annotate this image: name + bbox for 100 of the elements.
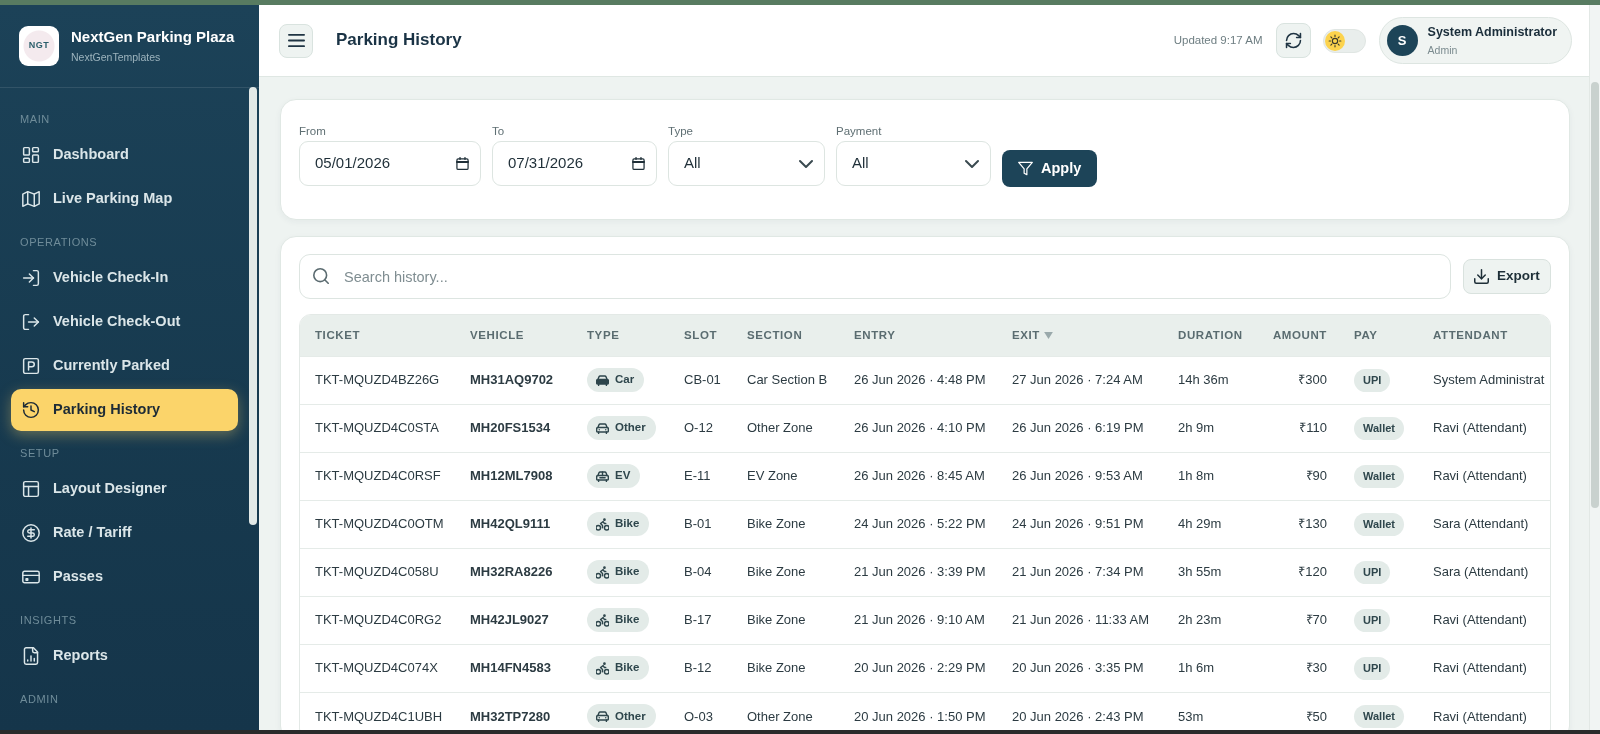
payment-method-badge: Wallet: [1354, 464, 1404, 488]
section-label: INSIGHTS: [19, 613, 78, 628]
column-header[interactable]: PAY: [1342, 315, 1418, 356]
slot-code: CB-01: [669, 356, 732, 404]
vehicle-plate: MH20FS1534: [455, 404, 572, 452]
payment-method-badge: Wallet: [1354, 416, 1404, 440]
column-header[interactable]: SLOT: [669, 315, 732, 356]
sidebar-item[interactable]: Live Parking Map: [11, 178, 238, 220]
menu-button[interactable]: [279, 23, 313, 58]
column-header[interactable]: VEHICLE: [455, 315, 572, 356]
parking-sign-icon: [22, 357, 40, 375]
calendar-icon: [456, 157, 469, 170]
sidebar-item[interactable]: Vehicle Check-In: [11, 257, 238, 299]
sidebar-item[interactable]: Currently Parked: [11, 345, 238, 387]
entry-time: 26 Jun 2026 · 4:48 PM: [839, 356, 997, 404]
download-icon: [1474, 269, 1490, 284]
column-header[interactable]: DURATION: [1163, 315, 1251, 356]
vehicle-type-label: Other: [615, 708, 646, 724]
column-header[interactable]: SECTION: [732, 315, 839, 356]
search-icon: [313, 268, 329, 284]
section-name: Bike Zone: [732, 548, 839, 596]
entry-time: 21 Jun 2026 · 3:39 PM: [839, 548, 997, 596]
date-field[interactable]: 07/31/2026: [492, 141, 657, 186]
car-icon: [596, 373, 609, 387]
section-label: MAIN: [19, 112, 51, 127]
amount: ₹130: [1251, 500, 1342, 548]
field-label: From: [299, 124, 327, 138]
vehicle-type-label: Car: [615, 372, 635, 388]
sidebar-item[interactable]: Rate / Tariff: [11, 512, 238, 554]
select-field[interactable]: All: [836, 141, 991, 186]
refresh-button[interactable]: [1275, 23, 1311, 58]
duration: 1h 8m: [1163, 452, 1251, 500]
page-title: Parking History: [336, 30, 462, 51]
export-button[interactable]: Export: [1463, 259, 1551, 294]
search-field[interactable]: Search history...: [299, 254, 1451, 299]
sidebar-item[interactable]: Reports: [11, 635, 238, 677]
payment-method-badge: UPI: [1354, 368, 1391, 392]
column-header[interactable]: TICKET: [300, 315, 455, 356]
sidebar-item[interactable]: Layout Designer: [11, 468, 238, 510]
section-name: Bike Zone: [732, 644, 839, 692]
slot-code: O-12: [669, 404, 732, 452]
vehicle-plate: MH14FN4583: [455, 644, 572, 692]
entry-time: 26 Jun 2026 · 8:45 AM: [839, 452, 997, 500]
sidebar-scrollbar-thumb[interactable]: [249, 87, 257, 525]
car-icon: [596, 469, 609, 483]
ticket-number: TKT-MQUZD4C058U: [300, 548, 455, 596]
amount: ₹30: [1251, 644, 1342, 692]
bicycle-icon: [596, 613, 609, 627]
exit-time: 24 Jun 2026 · 9:51 PM: [997, 500, 1163, 548]
vehicle-plate: MH32RA8226: [455, 548, 572, 596]
amount: ₹300: [1251, 356, 1342, 404]
attendant-name: Ravi (Attendant): [1418, 596, 1550, 644]
user-role: Admin: [1427, 43, 1459, 57]
brand-logo: NGT: [19, 26, 59, 66]
history-icon: [22, 401, 40, 419]
column-header[interactable]: AMOUNT: [1251, 315, 1342, 356]
date-field[interactable]: 05/01/2026: [299, 141, 481, 186]
exit-time: 26 Jun 2026 · 9:53 AM: [997, 452, 1163, 500]
user-menu[interactable]: S System Administrator Admin: [1378, 17, 1572, 64]
duration: 1h 6m: [1163, 644, 1251, 692]
field-label: To: [492, 124, 506, 138]
page-scrollbar-thumb[interactable]: [1591, 82, 1599, 508]
payment-method-badge: Wallet: [1354, 704, 1404, 728]
attendant-name: Ravi (Attendant): [1418, 404, 1550, 452]
column-header[interactable]: TYPE: [572, 315, 669, 356]
column-header[interactable]: ENTRY: [839, 315, 997, 356]
duration: 2h 23m: [1163, 596, 1251, 644]
duration: 2h 9m: [1163, 404, 1251, 452]
column-header[interactable]: ATTENDANT: [1418, 315, 1550, 356]
payment-method-badge: UPI: [1354, 656, 1391, 680]
calendar-icon: [632, 157, 645, 170]
ticket-number: TKT-MQUZD4C0OTM: [300, 500, 455, 548]
sidebar-item[interactable]: Dashboard: [11, 134, 238, 176]
menu-icon: [287, 32, 305, 49]
vehicle-type-label: Bike: [615, 660, 640, 676]
bicycle-icon: [596, 565, 609, 579]
sidebar-item[interactable]: Vehicle Check-Out: [11, 301, 238, 343]
updated-time: Updated 9:17 AM: [1173, 32, 1263, 48]
report-file-icon: [22, 647, 40, 665]
select-field[interactable]: All: [668, 141, 825, 186]
apply-button[interactable]: Apply: [1002, 150, 1098, 187]
filter-funnel-icon: [1018, 161, 1033, 176]
amount: ₹110: [1251, 404, 1342, 452]
theme-toggle[interactable]: [1322, 28, 1366, 53]
section-name: EV Zone: [732, 452, 839, 500]
duration: 3h 55m: [1163, 548, 1251, 596]
exit-time: 26 Jun 2026 · 6:19 PM: [997, 404, 1163, 452]
refresh-icon: [1284, 32, 1302, 49]
ticket-number: TKT-MQUZD4C0RSF: [300, 452, 455, 500]
brand-name: NextGen Parking Plaza: [71, 28, 235, 46]
bicycle-icon: [596, 661, 609, 675]
exit-time: 20 Jun 2026 · 3:35 PM: [997, 644, 1163, 692]
sidebar-item[interactable]: Passes: [11, 556, 238, 598]
entry-time: 20 Jun 2026 · 2:29 PM: [839, 644, 997, 692]
field-label: Type: [668, 124, 694, 138]
amount: ₹120: [1251, 548, 1342, 596]
sidebar-item[interactable]: Parking History: [11, 389, 238, 431]
column-header[interactable]: EXIT: [997, 315, 1163, 356]
sun-icon: [1324, 30, 1345, 51]
vehicle-type-label: EV: [615, 468, 631, 484]
